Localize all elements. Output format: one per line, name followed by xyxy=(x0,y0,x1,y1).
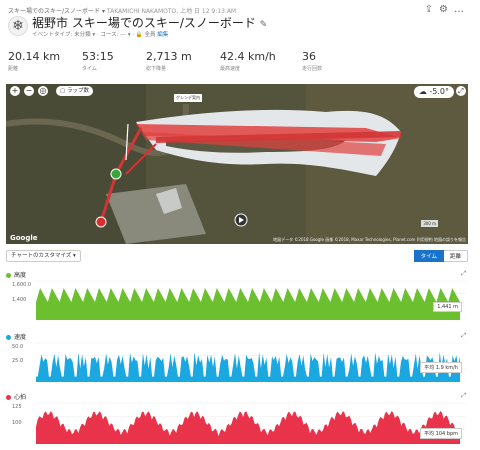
series-dot xyxy=(6,335,11,340)
speed-plot xyxy=(36,342,466,382)
stat-value: 53:15 xyxy=(82,50,114,63)
speed-area xyxy=(36,351,460,382)
laps-toggle[interactable]: ▢ ラップ数 xyxy=(56,86,93,96)
snowflake-icon: ❄ xyxy=(8,16,28,36)
header-actions: ⇪⚙… xyxy=(425,4,470,15)
series-dot xyxy=(6,395,11,400)
stat-label: 走行回数 xyxy=(302,66,323,72)
event-type[interactable]: イベントタイプ: 未分類 xyxy=(32,32,91,38)
stat-max-speed: 42.4 km/h 最高速度 xyxy=(220,50,276,72)
heart-rate-plot xyxy=(36,402,466,444)
stat-distance: 20.14 km 距離 xyxy=(8,50,60,72)
stat-label: タイム xyxy=(82,66,97,72)
course[interactable]: コース: --- xyxy=(100,32,126,38)
laps-toggle-label: ラップ数 xyxy=(66,88,89,94)
weather-icon: ☁ xyxy=(418,87,427,96)
zoom-in-button[interactable]: + xyxy=(10,86,20,96)
pencil-icon[interactable]: ✎ xyxy=(260,20,268,30)
fullscreen-icon[interactable]: ⤢ xyxy=(456,86,466,96)
activity-title[interactable]: 裾野市 スキー場でのスキー/スノーボード ✎ xyxy=(32,14,267,31)
map-sign: ゲレンデ案内 xyxy=(174,94,202,102)
layers-icon[interactable]: ◎ xyxy=(38,86,48,96)
activity-title-text: 裾野市 スキー場でのスキー/スノーボード xyxy=(32,16,256,30)
more-icon[interactable]: … xyxy=(454,4,470,15)
privacy: 全員 xyxy=(144,32,156,38)
elevation-area xyxy=(36,288,460,320)
chart-title: 高度 xyxy=(6,270,26,279)
tab-time[interactable]: タイム xyxy=(413,250,444,262)
series-dot xyxy=(6,273,11,278)
chart-title: 速度 xyxy=(6,332,26,341)
stat-runs: 36 走行回数 xyxy=(302,50,322,72)
expand-icon[interactable]: ⤢ xyxy=(461,332,466,340)
plot-area[interactable] xyxy=(6,342,466,382)
expand-icon[interactable]: ⤢ xyxy=(461,392,466,400)
chart-title: 心拍 xyxy=(6,392,26,401)
google-logo: Google xyxy=(10,234,38,242)
stat-time: 53:15 タイム xyxy=(82,50,114,72)
chart-readout: 平均 1.9 km/h xyxy=(420,362,462,373)
elevation-chart: 高度 ⤢ 1,600.0 1,400 1,441 m xyxy=(6,270,468,320)
customize-charts-label: チャートのカスタマイズ xyxy=(11,253,72,259)
stat-value: 42.4 km/h xyxy=(220,50,276,63)
stat-value: 36 xyxy=(302,50,316,63)
chart-controls: チャートのカスタマイズ ▾ タイム 距離 xyxy=(6,250,468,264)
tab-distance[interactable]: 距離 xyxy=(443,250,468,262)
activity-header: スキー場でのスキー/スノーボード ▾ TAKAMICHI NAKAMOTO, 上… xyxy=(0,0,480,44)
temperature-value: -5.0° xyxy=(429,87,449,96)
share-icon[interactable]: ⇪ xyxy=(425,4,439,15)
heart-rate-area xyxy=(36,411,460,444)
x-axis-toggle: タイム 距離 xyxy=(413,250,468,262)
stat-descent: 2,713 m 総下降量 xyxy=(146,50,192,72)
expand-icon[interactable]: ⤢ xyxy=(461,270,466,278)
stat-label: 距離 xyxy=(8,66,19,72)
heart-rate-chart: 心拍 ⤢ 125 100 平均 104 bpm xyxy=(6,392,468,444)
zoom-out-button[interactable]: − xyxy=(24,86,34,96)
map-attribution[interactable]: 地図データ ©2018 Google 画像 ©2018, Maxar Techn… xyxy=(273,237,466,243)
route-map[interactable]: + − ◎ ▢ ラップ数 ゲレンデ案内 ☁ -5.0° ⤢ 300 m Goog… xyxy=(6,84,468,244)
chart-title-text: 心拍 xyxy=(14,394,27,401)
customize-charts-dropdown[interactable]: チャートのカスタマイズ ▾ xyxy=(6,250,81,262)
temperature-badge[interactable]: ☁ -5.0° xyxy=(413,86,454,98)
chart-readout: 1,441 m xyxy=(433,302,462,312)
chart-readout: 平均 104 bpm xyxy=(420,428,462,439)
stat-value: 20.14 km xyxy=(8,50,61,63)
map-scale: 300 m xyxy=(421,220,438,227)
plot-area[interactable] xyxy=(6,280,466,320)
satellite-map xyxy=(6,84,468,244)
plot-area[interactable] xyxy=(6,402,466,444)
edit-privacy-link[interactable]: 編集 xyxy=(157,32,168,38)
chart-title-text: 速度 xyxy=(14,334,27,341)
summary-stats: 20.14 km 距離 53:15 タイム 2,713 m 総下降量 42.4 km/… xyxy=(8,50,472,78)
activity-meta: イベントタイプ: 未分類 ▾ · コース: --- ▾ · 🔒 全員 編集 xyxy=(32,32,169,38)
stat-label: 総下降量 xyxy=(146,66,167,72)
gear-icon[interactable]: ⚙ xyxy=(439,4,454,15)
stat-label: 最高速度 xyxy=(220,66,241,72)
speed-chart: 速度 ⤢ 50.0 25.0 平均 1.9 km/h xyxy=(6,332,468,382)
stat-value: 2,713 m xyxy=(146,50,192,63)
lock-icon: 🔒 xyxy=(135,32,143,38)
chart-title-text: 高度 xyxy=(14,272,27,279)
elevation-plot xyxy=(36,280,466,320)
